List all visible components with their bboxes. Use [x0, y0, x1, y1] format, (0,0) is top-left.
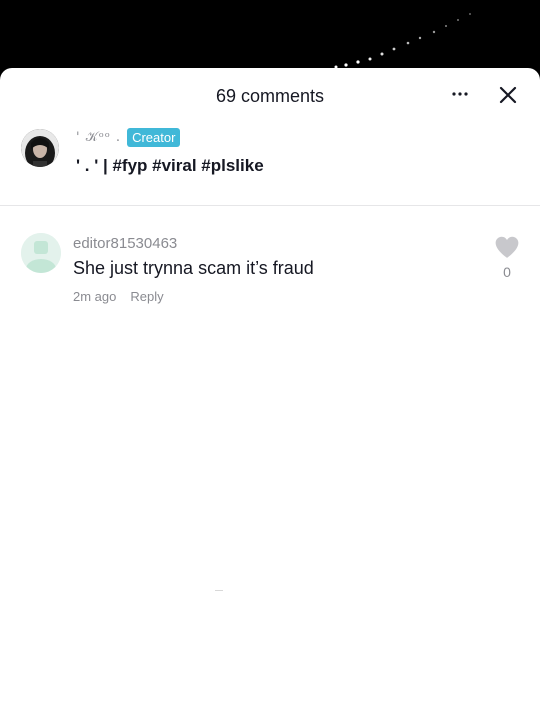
video-caption: ' 𝒦ᵒᵒ . Creator ' . ' | #fyp #viral #pls…: [0, 126, 540, 206]
creator-badge: Creator: [127, 128, 181, 147]
commenter-avatar[interactable]: [21, 233, 61, 273]
like-count: 0: [503, 264, 511, 280]
like-area: 0: [494, 235, 520, 280]
reply-button[interactable]: Reply: [130, 289, 163, 304]
video-background-lights: [334, 13, 471, 69]
caption-text: ' . ' | #fyp #viral #plslike: [76, 156, 264, 175]
comment-text: She just trynna scam it’s fraud: [73, 258, 314, 278]
caption-author-row: ' 𝒦ᵒᵒ . Creator: [76, 128, 181, 147]
comments-sheet: 69 comments ' 𝒦ᵒᵒ . Creator ' . ' | #fyp…: [0, 68, 540, 720]
comments-header: 69 comments: [0, 68, 540, 126]
creator-name[interactable]: ' 𝒦ᵒᵒ .: [76, 130, 121, 145]
close-icon[interactable]: [496, 83, 520, 107]
creator-avatar-image: [21, 129, 59, 167]
comment-meta: 2m ago Reply: [73, 289, 164, 304]
creator-avatar[interactable]: [21, 129, 59, 167]
comment-item: editor81530463 She just trynna scam it’s…: [0, 231, 540, 311]
more-horizontal-icon: [452, 92, 468, 96]
comment-username[interactable]: editor81530463: [73, 235, 177, 252]
scroll-indicator: [215, 590, 223, 591]
screen: 69 comments ' 𝒦ᵒᵒ . Creator ' . ' | #fyp…: [0, 0, 540, 720]
divider: [0, 205, 540, 206]
comment-time: 2m ago: [73, 289, 117, 304]
default-avatar-icon: [21, 233, 61, 273]
more-options-button[interactable]: [448, 82, 472, 106]
heart-icon[interactable]: [494, 235, 520, 259]
